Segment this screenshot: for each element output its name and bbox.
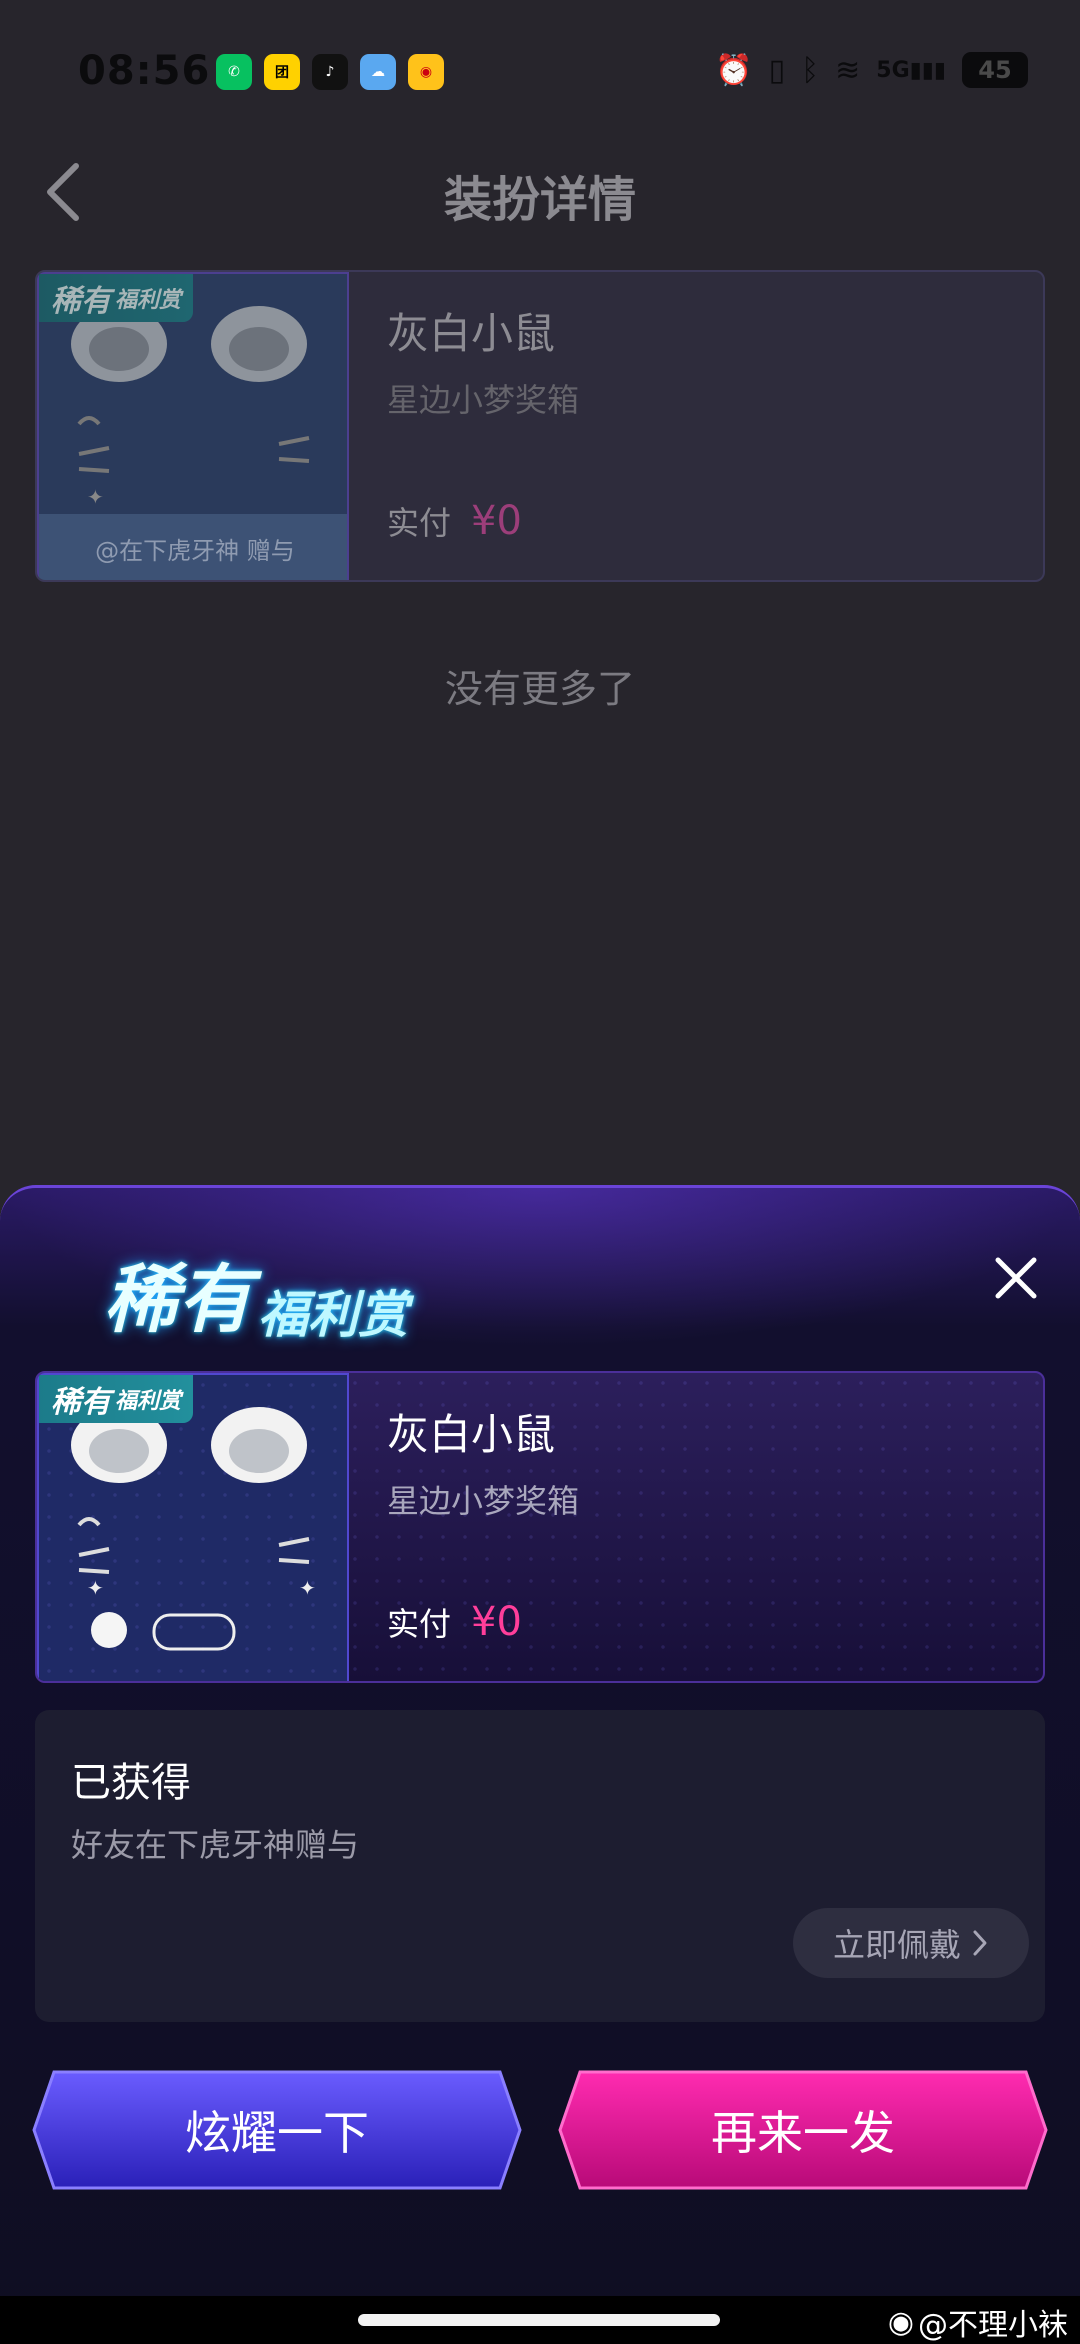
pay-label: 实付 xyxy=(387,504,452,542)
no-more-text: 没有更多了 xyxy=(444,667,635,711)
wifi-icon: ≋ xyxy=(835,52,861,88)
close-icon xyxy=(995,1257,1037,1299)
home-indicator[interactable] xyxy=(358,2314,720,2326)
meituan-icon: 团 xyxy=(264,54,300,90)
svg-text:✦: ✦ xyxy=(87,1576,104,1600)
system-status: ⏰ ▯ ᛒ ≋ 5G▮▮▮ 45 xyxy=(715,52,1028,88)
costume-source: 星边小梦奖箱 xyxy=(387,381,580,419)
payment-info: 实付 ¥0 xyxy=(387,1599,522,1645)
flaunt-button[interactable]: 炫耀一下 xyxy=(32,2068,522,2192)
costume-list-item[interactable]: ✦ 稀有 福利赏 @在下虎牙神 赠与 灰白小鼠 星边小梦奖箱 实付 ¥0 xyxy=(35,270,1045,582)
watermark: ◉ @不理小袜 xyxy=(888,2300,1068,2344)
svg-text:✦: ✦ xyxy=(87,485,104,509)
costume-name: 灰白小鼠 xyxy=(387,309,556,358)
obtained-panel: 已获得 好友在下虎牙神赠与 立即佩戴 xyxy=(35,1710,1045,2022)
alarm-icon: ⏰ xyxy=(715,52,753,88)
status-bar: 08:56 ✆ 团 ♪ ☁ ◉ ⏰ ▯ ᛒ ≋ 5G▮▮▮ 45 xyxy=(0,0,1080,150)
draw-again-label: 再来一发 xyxy=(711,2106,895,2160)
wear-now-button[interactable]: 立即佩戴 xyxy=(793,1908,1029,1978)
close-button[interactable] xyxy=(986,1248,1046,1308)
tiktok-icon: ♪ xyxy=(312,54,348,90)
costume-info: 灰白小鼠 星边小梦奖箱 xyxy=(387,1401,579,1522)
reward-bottom-sheet: 稀有 福利赏 ✦ ✦ 稀有 福利赏 灰白小鼠 星边小梦奖箱 实付 ¥0 已获得 … xyxy=(0,1185,1080,2344)
wear-now-label: 立即佩戴 xyxy=(832,1926,961,1964)
rare-badge: 稀有 福利赏 xyxy=(39,1375,194,1423)
vibrate-icon: ▯ xyxy=(768,52,786,88)
flaunt-label: 炫耀一下 xyxy=(185,2106,369,2160)
pay-value: ¥0 xyxy=(471,498,522,544)
rare-badge: 稀有 福利赏 xyxy=(39,274,194,322)
weather-icon: ☁ xyxy=(360,54,396,90)
pay-value: ¥0 xyxy=(471,1599,522,1645)
weibo-icon: ◉ xyxy=(408,54,444,90)
costume-info: 灰白小鼠 星边小梦奖箱 xyxy=(387,300,579,421)
battery-icon: 45 xyxy=(962,52,1028,88)
notification-icons: ✆ 团 ♪ ☁ ◉ xyxy=(216,54,444,90)
reward-item-card: ✦ ✦ 稀有 福利赏 灰白小鼠 星边小梦奖箱 实付 ¥0 xyxy=(35,1371,1045,1683)
draw-again-button[interactable]: 再来一发 xyxy=(558,2068,1048,2192)
sheet-title: 稀有 福利赏 xyxy=(104,1257,408,1344)
bluetooth-icon: ᛒ xyxy=(801,52,820,88)
obtained-description: 好友在下虎牙神赠与 xyxy=(71,1826,360,1864)
gift-from-label: @在下虎牙神 赠与 xyxy=(39,514,347,580)
chevron-right-icon xyxy=(973,1930,987,1956)
pay-label: 实付 xyxy=(387,1605,452,1643)
svg-text:✦: ✦ xyxy=(299,1576,316,1600)
weibo-logo-icon: ◉ xyxy=(887,2304,914,2340)
obtained-title: 已获得 xyxy=(71,1760,191,1806)
costume-thumbnail: ✦ 稀有 福利赏 @在下虎牙神 赠与 xyxy=(37,272,349,580)
signal-icon: 5G▮▮▮ xyxy=(876,57,946,83)
status-time: 08:56 xyxy=(78,48,211,94)
page-title: 装扮详情 xyxy=(443,172,636,228)
wechat-icon: ✆ xyxy=(216,54,252,90)
costume-name: 灰白小鼠 xyxy=(387,1410,556,1459)
payment-info: 实付 ¥0 xyxy=(387,498,522,544)
costume-thumbnail: ✦ ✦ 稀有 福利赏 xyxy=(37,1373,349,1681)
nav-bar: 装扮详情 xyxy=(0,140,1080,240)
watermark-text: @不理小袜 xyxy=(918,2308,1068,2343)
costume-source: 星边小梦奖箱 xyxy=(387,1482,580,1520)
